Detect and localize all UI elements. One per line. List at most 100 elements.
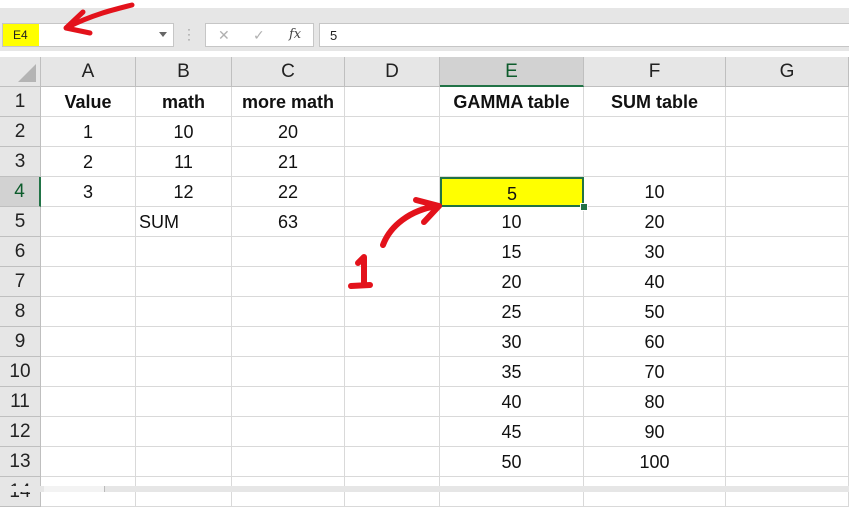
row-header-2[interactable]: 2 xyxy=(0,117,41,147)
cell-a5[interactable] xyxy=(41,207,136,237)
cell-f2[interactable] xyxy=(584,117,726,147)
cell-c3[interactable]: 21 xyxy=(232,147,345,177)
cell-d10[interactable] xyxy=(345,357,440,387)
cell-c5[interactable]: 63 xyxy=(232,207,345,237)
cell-b3[interactable]: 11 xyxy=(136,147,232,177)
cell-f4[interactable]: 10 xyxy=(584,177,726,207)
cell-d1[interactable] xyxy=(345,87,440,117)
check-icon[interactable]: ✓ xyxy=(253,27,265,44)
cell-f8[interactable]: 50 xyxy=(584,297,726,327)
cell-b13[interactable] xyxy=(136,447,232,477)
row-header-4[interactable]: 4 xyxy=(0,177,41,207)
fill-handle[interactable] xyxy=(580,203,588,211)
row-header-11[interactable]: 11 xyxy=(0,387,41,417)
cell-f11[interactable]: 80 xyxy=(584,387,726,417)
cell-f7[interactable]: 40 xyxy=(584,267,726,297)
cell-b2[interactable]: 10 xyxy=(136,117,232,147)
cell-a1[interactable]: Value xyxy=(41,87,136,117)
cell-f5[interactable]: 20 xyxy=(584,207,726,237)
cell-e5[interactable]: 10 xyxy=(440,207,584,237)
cell-d5[interactable] xyxy=(345,207,440,237)
cell-d8[interactable] xyxy=(345,297,440,327)
cell-a6[interactable] xyxy=(41,237,136,267)
cell-d2[interactable] xyxy=(345,117,440,147)
cell-e8[interactable]: 25 xyxy=(440,297,584,327)
formula-input[interactable]: 5 xyxy=(319,23,849,47)
select-all-button[interactable] xyxy=(0,57,41,87)
cell-e7[interactable]: 20 xyxy=(440,267,584,297)
spreadsheet-grid[interactable]: ABCDEFG1234567891011121314Valuemathmore … xyxy=(0,57,849,507)
cell-b14[interactable] xyxy=(136,477,232,507)
cell-c12[interactable] xyxy=(232,417,345,447)
cell-e3[interactable] xyxy=(440,147,584,177)
cell-a12[interactable] xyxy=(41,417,136,447)
row-header-8[interactable]: 8 xyxy=(0,297,41,327)
cell-c10[interactable] xyxy=(232,357,345,387)
cell-b6[interactable] xyxy=(136,237,232,267)
cell-b1[interactable]: math xyxy=(136,87,232,117)
column-header-b[interactable]: B xyxy=(136,57,232,87)
chevron-down-icon[interactable] xyxy=(159,32,167,37)
row-header-14[interactable]: 14 xyxy=(0,477,41,507)
cell-g2[interactable] xyxy=(726,117,849,147)
cell-d13[interactable] xyxy=(345,447,440,477)
cell-b4[interactable]: 12 xyxy=(136,177,232,207)
cell-g1[interactable] xyxy=(726,87,849,117)
cell-b9[interactable] xyxy=(136,327,232,357)
cell-d11[interactable] xyxy=(345,387,440,417)
column-header-e[interactable]: E xyxy=(440,57,584,87)
cell-c8[interactable] xyxy=(232,297,345,327)
cell-d12[interactable] xyxy=(345,417,440,447)
name-box[interactable]: E4 xyxy=(2,23,174,47)
cell-b7[interactable] xyxy=(136,267,232,297)
cell-c6[interactable] xyxy=(232,237,345,267)
row-header-13[interactable]: 13 xyxy=(0,447,41,477)
cell-a7[interactable] xyxy=(41,267,136,297)
cell-g8[interactable] xyxy=(726,297,849,327)
cell-f10[interactable]: 70 xyxy=(584,357,726,387)
row-header-12[interactable]: 12 xyxy=(0,417,41,447)
cell-c2[interactable]: 20 xyxy=(232,117,345,147)
cell-g7[interactable] xyxy=(726,267,849,297)
cell-c11[interactable] xyxy=(232,387,345,417)
cell-c1[interactable]: more math xyxy=(232,87,345,117)
cell-d3[interactable] xyxy=(345,147,440,177)
cell-b10[interactable] xyxy=(136,357,232,387)
cell-f12[interactable]: 90 xyxy=(584,417,726,447)
cell-e10[interactable]: 35 xyxy=(440,357,584,387)
cell-f13[interactable]: 100 xyxy=(584,447,726,477)
cell-c4[interactable]: 22 xyxy=(232,177,345,207)
cell-a11[interactable] xyxy=(41,387,136,417)
row-header-10[interactable]: 10 xyxy=(0,357,41,387)
cell-e14[interactable] xyxy=(440,477,584,507)
cell-b8[interactable] xyxy=(136,297,232,327)
cell-d9[interactable] xyxy=(345,327,440,357)
cell-a3[interactable]: 2 xyxy=(41,147,136,177)
cell-f14[interactable] xyxy=(584,477,726,507)
cell-f1[interactable]: SUM table xyxy=(584,87,726,117)
column-header-f[interactable]: F xyxy=(584,57,726,87)
cell-f6[interactable]: 30 xyxy=(584,237,726,267)
column-header-d[interactable]: D xyxy=(345,57,440,87)
cell-g12[interactable] xyxy=(726,417,849,447)
cell-g5[interactable] xyxy=(726,207,849,237)
cell-a14[interactable] xyxy=(41,477,136,507)
row-header-6[interactable]: 6 xyxy=(0,237,41,267)
cell-g13[interactable] xyxy=(726,447,849,477)
cell-a10[interactable] xyxy=(41,357,136,387)
cell-e1[interactable]: GAMMA table xyxy=(440,87,584,117)
row-header-5[interactable]: 5 xyxy=(0,207,41,237)
cell-d4[interactable] xyxy=(345,177,440,207)
row-header-1[interactable]: 1 xyxy=(0,87,41,117)
cell-c9[interactable] xyxy=(232,327,345,357)
cell-f3[interactable] xyxy=(584,147,726,177)
cell-d7[interactable] xyxy=(345,267,440,297)
cell-a4[interactable]: 3 xyxy=(41,177,136,207)
cell-e9[interactable]: 30 xyxy=(440,327,584,357)
column-header-c[interactable]: C xyxy=(232,57,345,87)
cell-c7[interactable] xyxy=(232,267,345,297)
insert-function-icon[interactable]: fx xyxy=(289,27,301,42)
cell-g11[interactable] xyxy=(726,387,849,417)
cell-e6[interactable]: 15 xyxy=(440,237,584,267)
cell-g3[interactable] xyxy=(726,147,849,177)
